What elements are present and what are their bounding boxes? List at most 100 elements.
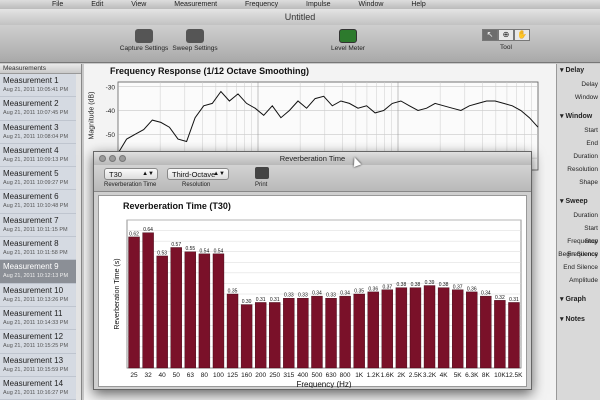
screen: File Edit View Measurement Frequency Imp…	[0, 0, 600, 400]
inspector-field-label: Shape	[579, 179, 598, 186]
printer-icon	[255, 167, 269, 179]
measurement-item[interactable]: Measurement 7 Aug 21, 2011 10:11:15 PM	[0, 214, 81, 238]
rt-x-tick: 125	[227, 372, 238, 379]
measurement-item[interactable]: Measurement 1 Aug 21, 2011 10:05:41 PM	[0, 74, 81, 98]
resolution-select[interactable]: Third-Octave ▲▼	[167, 168, 229, 180]
rt-data-label: 0.38	[411, 282, 421, 288]
frequency-response-title: Frequency Response (1/12 Octave Smoothin…	[110, 66, 310, 76]
inspector-gap	[557, 327, 600, 333]
menu-impulse[interactable]: Impulse	[306, 0, 331, 9]
measurement-name: Measurement 1	[3, 76, 59, 85]
rt-x-tick: 5K	[454, 372, 463, 379]
rt-x-tick: 63	[187, 372, 195, 379]
sweep-settings-button[interactable]: Sweep Settings	[170, 29, 220, 52]
sidebar-scrollbar[interactable]	[76, 74, 81, 400]
inspector-section-header[interactable]: ▾ Window	[557, 110, 600, 124]
rt-x-tick: 400	[297, 372, 308, 379]
rt-x-tick: 2.5K	[409, 372, 423, 379]
rt-data-label: 0.35	[354, 289, 364, 295]
menu-measurement[interactable]: Measurement	[174, 0, 217, 9]
sweep-settings-label: Sweep Settings	[172, 45, 218, 52]
measurement-item[interactable]: Measurement 2 Aug 21, 2011 10:07:45 PM	[0, 97, 81, 121]
measurement-item[interactable]: Measurement 6 Aug 21, 2011 10:10:48 PM	[0, 190, 81, 214]
menu-frequency[interactable]: Frequency	[245, 0, 278, 9]
rt-x-axis-label: Frequency (Hz)	[296, 380, 351, 388]
measurement-date: Aug 21, 2011 10:11:58 PM	[3, 250, 68, 257]
freq-y-tick: -30	[106, 84, 116, 91]
rt-bar	[184, 251, 197, 369]
menu-edit[interactable]: Edit	[91, 0, 103, 9]
rt-bar	[480, 295, 492, 369]
rt-x-tick: 50	[173, 372, 181, 379]
measurement-item[interactable]: Measurement 12 Aug 21, 2011 10:15:25 PM	[0, 330, 81, 354]
rt-bar	[325, 298, 337, 369]
rt-y-axis-label: Reverberation Time (s)	[114, 258, 121, 329]
rt-x-tick: 4K	[440, 372, 449, 379]
menu-file[interactable]: File	[52, 0, 63, 9]
rt-x-tick: 160	[241, 372, 252, 379]
measurement-name: Measurement 13	[3, 355, 64, 365]
measurement-item[interactable]: Measurement 10 Aug 21, 2011 10:13:26 PM	[0, 284, 81, 307]
inspector-section-header[interactable]: ▾ Delay	[557, 64, 600, 78]
hand-tool-icon[interactable]: ✋	[514, 29, 530, 41]
measurement-date: Aug 21, 2011 10:16:27 PM	[3, 389, 69, 396]
rt-x-tick: 32	[144, 372, 152, 379]
rt-data-label: 0.53	[157, 250, 167, 256]
inspector-section-header[interactable]: ▾ Graph	[557, 293, 600, 307]
rt-toolbar: T30 ▲▼ Reverberation Time Third-Octave ▲…	[94, 165, 531, 192]
rt-data-label: 0.34	[312, 291, 322, 297]
rt-data-label: 0.37	[382, 284, 392, 290]
measurement-name: Measurement 3	[3, 122, 59, 132]
level-meter-button[interactable]: Level Meter	[326, 29, 370, 52]
pointer-tool-icon[interactable]: ↖	[482, 29, 498, 41]
inspector-section-header[interactable]: ▾ Sweep	[557, 195, 600, 209]
inspector-section-header[interactable]: ▾ Notes	[557, 313, 600, 327]
rt-data-label: 0.57	[171, 242, 181, 248]
measurement-name: Measurement 4	[3, 145, 59, 155]
rt-data-label: 0.36	[368, 286, 378, 292]
rt-data-label: 0.37	[453, 284, 463, 290]
rt-bar	[212, 253, 225, 369]
rt-data-label: 0.64	[143, 227, 153, 233]
rt-data-label: 0.30	[242, 299, 252, 305]
rt-bar	[297, 298, 309, 369]
rt-bar	[451, 289, 464, 369]
rt-x-tick: 100	[213, 372, 224, 379]
menu-window[interactable]: Window	[359, 0, 384, 9]
rt-x-tick: 25	[130, 372, 138, 379]
menu-help[interactable]: Help	[411, 0, 425, 9]
zoom-window-icon[interactable]	[119, 155, 126, 162]
rt-bar	[311, 295, 323, 369]
measurement-date: Aug 21, 2011 10:09:13 PM	[3, 156, 69, 163]
metric-select-value: T30	[109, 170, 122, 179]
measurement-date: Aug 21, 2011 10:14:33 PM	[3, 319, 69, 326]
measurement-item[interactable]: Measurement 11 Aug 21, 2011 10:14:33 PM	[0, 307, 81, 331]
measurement-name: Measurement 12	[3, 332, 64, 342]
popup-arrows-icon: ▲▼	[213, 171, 225, 177]
measurement-item[interactable]: Measurement 8 Aug 21, 2011 10:11:58 PM	[0, 237, 81, 261]
measurement-item[interactable]: Measurement 5 Aug 21, 2011 10:09:27 PM	[0, 167, 81, 191]
measurement-item[interactable]: Measurement 3 Aug 21, 2011 10:08:04 PM	[0, 121, 81, 144]
minimize-window-icon[interactable]	[109, 155, 116, 162]
rt-x-tick: 6.3K	[465, 372, 479, 379]
freq-y-tick: -50	[106, 132, 116, 139]
measurement-item[interactable]: Measurement 13 Aug 21, 2011 10:15:59 PM	[0, 354, 81, 377]
metric-select[interactable]: T30 ▲▼	[104, 168, 158, 180]
rt-data-label: 0.62	[129, 231, 139, 237]
measurement-item[interactable]: Measurement 14 Aug 21, 2011 10:16:27 PM	[0, 377, 81, 400]
resolution-select-value: Third-Octave	[172, 170, 216, 179]
inspector-field-label: Window	[574, 94, 598, 101]
capture-settings-button[interactable]: Capture Settings	[116, 29, 172, 52]
reverberation-time-window: Reverberation Time T30 ▲▼ Reverberation …	[93, 151, 532, 390]
menu-view[interactable]: View	[131, 0, 146, 9]
rt-x-tick: 40	[159, 372, 167, 379]
measurement-item[interactable]: Measurement 9 Aug 21, 2011 10:12:13 PM	[0, 260, 81, 284]
rt-bar	[269, 302, 281, 369]
rt-x-tick: 8K	[482, 372, 491, 379]
measurement-date: Aug 21, 2011 10:13:26 PM	[3, 296, 69, 303]
close-window-icon[interactable]	[99, 155, 106, 162]
measurement-date: Aug 21, 2011 10:10:48 PM	[3, 203, 69, 210]
measurement-item[interactable]: Measurement 4 Aug 21, 2011 10:09:13 PM	[0, 144, 81, 168]
tool-selector[interactable]: ↖ ⊕ ✋ Tool	[476, 29, 536, 51]
zoom-tool-icon[interactable]: ⊕	[498, 29, 514, 41]
